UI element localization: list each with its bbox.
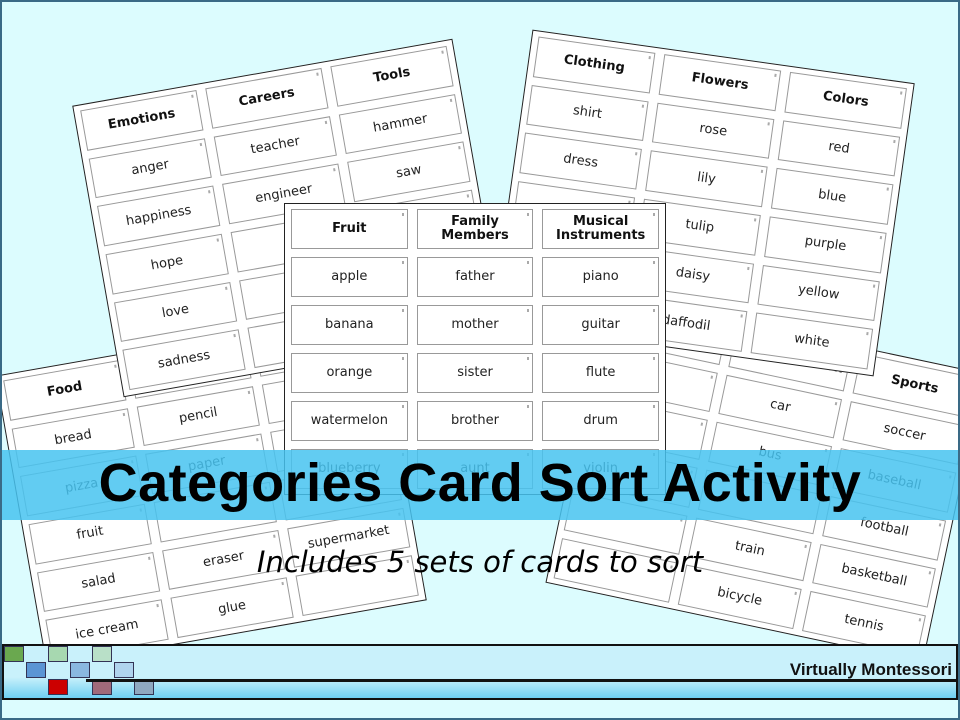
logo-square [48, 679, 68, 695]
word-card: yellow [757, 264, 880, 322]
word-card: drum [542, 401, 659, 441]
word-card: brother [416, 401, 534, 441]
word-card: banana [291, 305, 408, 345]
word-card: purple [764, 216, 887, 274]
logo-square [26, 662, 46, 678]
word-card: blue [770, 168, 894, 225]
word-card: orange [291, 353, 408, 393]
word-card: mother [416, 305, 534, 345]
word-card: dress [519, 132, 642, 190]
logo-square [48, 646, 68, 662]
category-header-card: Musical Instruments [542, 209, 659, 249]
brand-name: Virtually Montessori [789, 660, 952, 679]
word-card: red [777, 120, 901, 177]
word-card: watermelon [291, 401, 408, 441]
category-header-card: Fruit [291, 209, 408, 249]
word-card: guitar [542, 305, 659, 345]
category-header-card: Clothing [532, 36, 656, 94]
word-card: white [750, 312, 874, 370]
logo-square [70, 662, 90, 678]
page-title: Categories Card Sort Activity [98, 453, 862, 513]
word-card: rose [651, 102, 775, 160]
word-card: shirt [526, 84, 649, 142]
category-header-card: Colors [784, 71, 907, 129]
category-header-card: Family Members [416, 209, 534, 249]
word-card: lily [645, 150, 768, 208]
word-card: apple [291, 257, 408, 297]
category-header-card: Flowers [658, 54, 782, 111]
footer-bar: Virtually Montessori [2, 644, 958, 700]
word-card: flute [542, 353, 659, 393]
word-card: father [416, 257, 534, 297]
page-subtitle: Includes 5 sets of cards to sort [256, 545, 704, 579]
logo-square [114, 662, 134, 678]
logo-square [4, 646, 24, 662]
logo-square [92, 646, 112, 662]
word-card: piano [542, 257, 659, 297]
word-card: sister [416, 353, 534, 393]
